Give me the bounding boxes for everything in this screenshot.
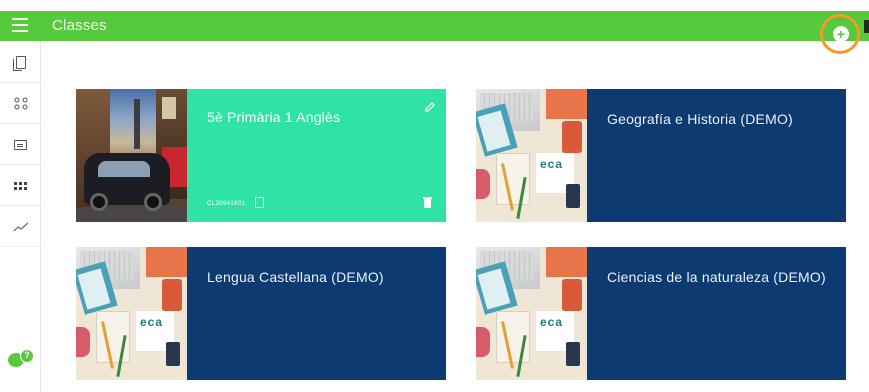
class-card[interactable]: eca Geografía e Historia (DEMO) xyxy=(476,89,846,222)
add-class-button[interactable]: + xyxy=(820,14,860,54)
help-chat-icon[interactable]: ? xyxy=(8,349,34,371)
class-title: Lengua Castellana (DEMO) xyxy=(207,269,384,285)
books-icon xyxy=(12,56,26,71)
class-code: CL30941601 xyxy=(207,201,246,207)
copy-icon[interactable] xyxy=(255,197,264,208)
apps-grid-icon xyxy=(14,181,27,190)
class-title: 5è Primària 1 Anglès xyxy=(207,109,341,125)
class-title: Ciencias de la naturaleza (DEMO) xyxy=(607,269,826,285)
class-card-body: Geografía e Historia (DEMO) xyxy=(587,89,846,222)
edit-pencil-icon[interactable] xyxy=(424,101,436,113)
class-card-body: Ciencias de la naturaleza (DEMO) xyxy=(587,247,846,380)
users-icon xyxy=(14,97,27,109)
messages-icon xyxy=(14,139,27,150)
app-page: Classes + ? 5è Primària 1 Anglès CL30941… xyxy=(0,0,869,392)
help-badge: ? xyxy=(20,349,34,363)
desk-photo-icon: eca xyxy=(476,89,587,222)
class-card-body: 5è Primària 1 Anglès CL30941601 xyxy=(187,89,446,222)
desk-photo-icon: eca xyxy=(76,247,187,380)
plus-circle-icon: + xyxy=(833,26,849,42)
london-photo-icon xyxy=(76,89,187,222)
sidebar-item-stats[interactable] xyxy=(0,207,41,247)
sidebar-item-messages[interactable] xyxy=(0,125,41,165)
class-card[interactable]: eca Ciencias de la naturaleza (DEMO) xyxy=(476,247,846,380)
top-bar: Classes + xyxy=(0,11,869,54)
overflow-edge xyxy=(864,20,869,33)
sidebar-item-books[interactable] xyxy=(0,43,41,83)
stats-trend-icon xyxy=(13,222,28,231)
class-card[interactable]: eca Lengua Castellana (DEMO) xyxy=(76,247,446,380)
desk-photo-icon: eca xyxy=(476,247,587,380)
sidebar-more-icon[interactable] xyxy=(13,386,29,392)
class-title: Geografía e Historia (DEMO) xyxy=(607,111,793,127)
sidebar: ? xyxy=(0,41,41,392)
hamburger-menu-icon[interactable] xyxy=(12,18,28,34)
class-card-body: Lengua Castellana (DEMO) xyxy=(187,247,446,380)
sidebar-item-apps[interactable] xyxy=(0,166,41,206)
trash-icon[interactable] xyxy=(423,197,432,208)
sidebar-item-users[interactable] xyxy=(0,84,41,124)
class-card[interactable]: 5è Primària 1 Anglès CL30941601 xyxy=(76,89,446,222)
page-title: Classes xyxy=(52,17,107,34)
